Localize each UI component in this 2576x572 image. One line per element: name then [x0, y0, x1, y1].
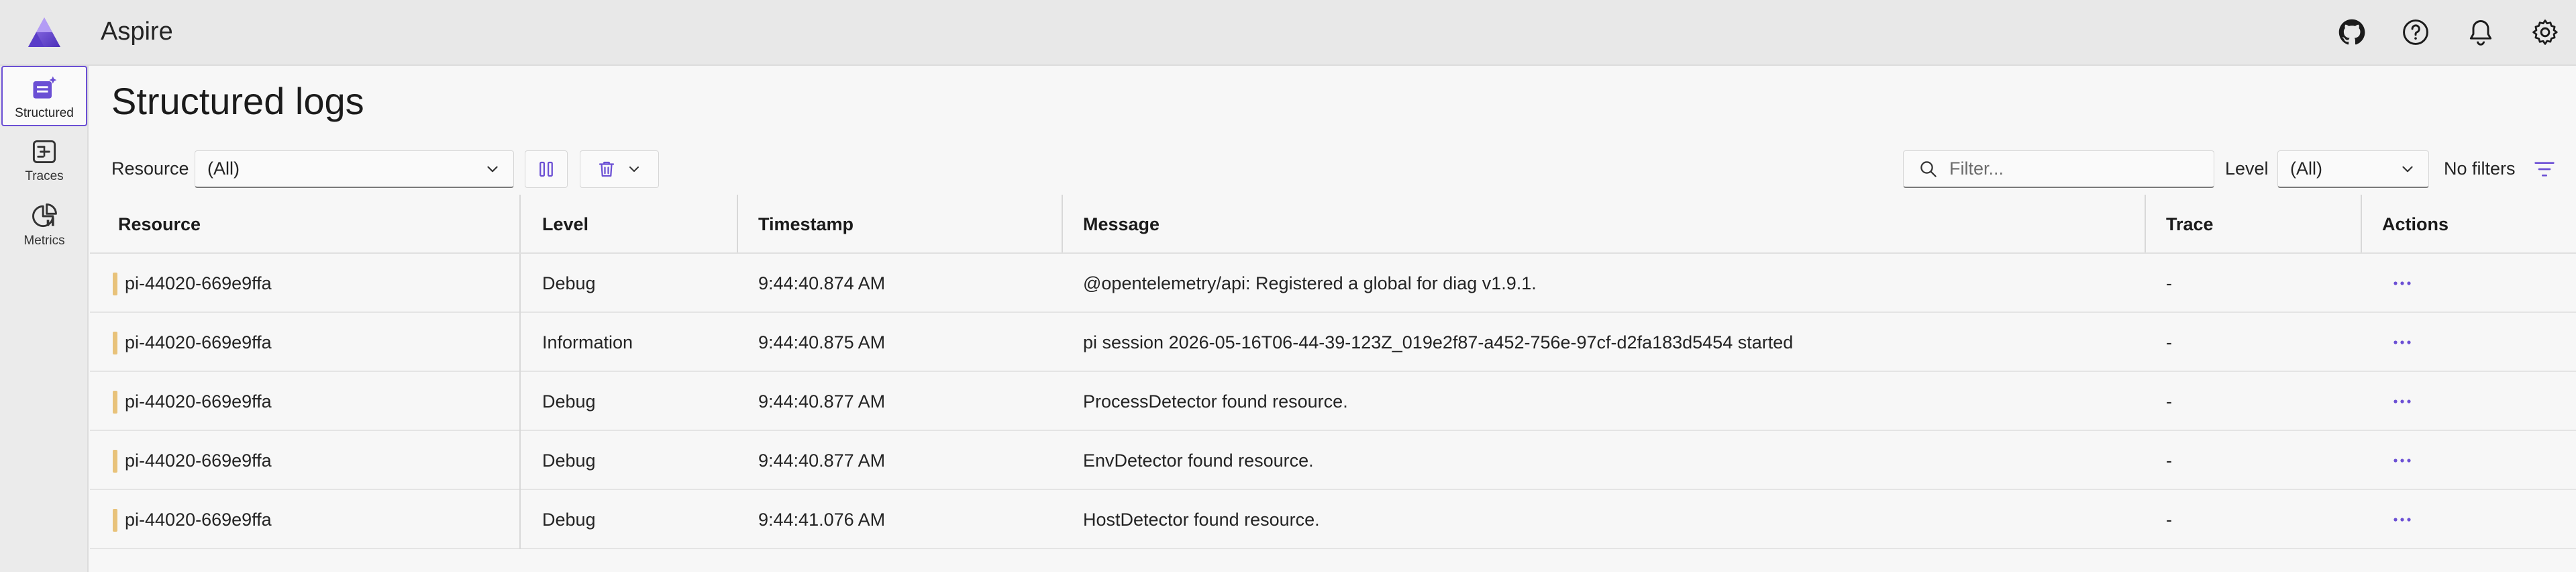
- page-title: Structured logs: [111, 80, 364, 122]
- cell-message: pi session 2026-05-16T06-44-39-123Z_019e…: [1083, 332, 1794, 352]
- cell-message: ProcessDetector found resource.: [1083, 391, 1348, 412]
- row-actions-button[interactable]: [2382, 490, 2422, 549]
- search-icon: [1920, 160, 1937, 177]
- cell-timestamp: 9:44:41.076 AM: [758, 509, 886, 530]
- resource-color-marker: [113, 332, 117, 354]
- sidebar-item-label: Structured: [15, 106, 74, 120]
- app-header: Aspire: [0, 0, 2576, 66]
- resource-color-marker: [113, 450, 117, 473]
- cell-message: HostDetector found resource.: [1083, 509, 1320, 530]
- cell-trace: -: [2166, 273, 2172, 293]
- table-row[interactable]: pi-44020-669e9ffa Information 9:44:40.87…: [90, 313, 2576, 372]
- cell-level: Debug: [542, 391, 596, 412]
- settings-icon[interactable]: [2528, 15, 2562, 49]
- filters-status: No filters: [2444, 158, 2516, 179]
- cell-trace: -: [2166, 450, 2172, 471]
- delete-icon: [599, 161, 615, 177]
- column-header-resource[interactable]: Resource: [118, 195, 201, 254]
- column-header-level[interactable]: Level: [542, 195, 588, 254]
- aspire-logo-icon[interactable]: [27, 16, 62, 48]
- cell-resource[interactable]: pi-44020-669e9ffa: [125, 431, 272, 490]
- clear-logs-button[interactable]: [580, 150, 659, 188]
- table-row[interactable]: pi-44020-669e9ffa Debug 9:44:41.076 AM H…: [90, 490, 2576, 549]
- cell-trace: -: [2166, 332, 2172, 352]
- row-actions-button[interactable]: [2382, 254, 2422, 313]
- cell-timestamp: 9:44:40.875 AM: [758, 332, 886, 352]
- sidebar-item-traces[interactable]: Traces: [1, 130, 87, 191]
- column-resizer[interactable]: [2361, 195, 2362, 252]
- resource-color-marker: [113, 509, 117, 532]
- filter-button[interactable]: [2531, 157, 2558, 181]
- level-select-value: (All): [2290, 158, 2322, 179]
- resource-select-value: (All): [207, 158, 240, 179]
- structured-logs-icon: [33, 76, 57, 99]
- help-icon[interactable]: [2399, 15, 2432, 49]
- github-icon[interactable]: [2335, 15, 2369, 49]
- level-select[interactable]: (All): [2277, 150, 2429, 188]
- column-resizer[interactable]: [737, 195, 738, 252]
- more-icon: [2393, 459, 2411, 463]
- sidebar-item-structured[interactable]: Structured: [1, 66, 87, 126]
- table-row[interactable]: pi-44020-669e9ffa Debug 9:44:40.877 AM P…: [90, 372, 2576, 431]
- more-icon: [2393, 518, 2411, 522]
- more-icon: [2393, 340, 2411, 344]
- cell-trace: -: [2166, 391, 2172, 412]
- traces-icon: [32, 140, 56, 164]
- chevron-down-icon: [487, 166, 498, 173]
- column-header-trace[interactable]: Trace: [2166, 195, 2214, 254]
- cell-level: Information: [542, 332, 633, 352]
- cell-timestamp: 9:44:40.874 AM: [758, 273, 886, 293]
- filter-icon: [2534, 162, 2555, 177]
- sidebar-item-metrics[interactable]: Metrics: [1, 195, 87, 255]
- cell-resource[interactable]: pi-44020-669e9ffa: [125, 313, 272, 372]
- row-actions-button[interactable]: [2382, 372, 2422, 431]
- table-row[interactable]: pi-44020-669e9ffa Debug 9:44:40.874 AM @…: [90, 254, 2576, 313]
- cell-resource[interactable]: pi-44020-669e9ffa: [125, 254, 272, 313]
- filter-search[interactable]: [1903, 150, 2214, 188]
- chevron-down-icon: [629, 166, 639, 172]
- resource-select[interactable]: (All): [195, 150, 514, 188]
- resource-color-marker: [113, 273, 117, 295]
- more-icon: [2393, 399, 2411, 403]
- chevron-down-icon: [2402, 166, 2413, 173]
- cell-trace: -: [2166, 509, 2172, 530]
- resource-color-marker: [113, 391, 117, 414]
- pause-icon: [539, 161, 553, 177]
- column-header-message[interactable]: Message: [1083, 195, 1160, 254]
- pause-button[interactable]: [525, 150, 568, 188]
- column-resizer[interactable]: [519, 195, 521, 252]
- notifications-icon[interactable]: [2464, 15, 2497, 49]
- column-header-actions: Actions: [2382, 213, 2449, 234]
- cell-level: Debug: [542, 509, 596, 530]
- cell-message: @opentelemetry/api: Registered a global …: [1083, 273, 1537, 293]
- app-title[interactable]: Aspire: [101, 17, 173, 46]
- more-icon: [2393, 281, 2411, 285]
- sidebar-nav: Structured Traces Metrics: [0, 66, 89, 572]
- row-actions-button[interactable]: [2382, 431, 2422, 490]
- cell-timestamp: 9:44:40.877 AM: [758, 450, 886, 471]
- column-header-timestamp[interactable]: Timestamp: [758, 195, 854, 254]
- logs-table: Resource Level Timestamp Message Trace A…: [90, 195, 2576, 549]
- filter-input[interactable]: [1949, 158, 2214, 179]
- table-row[interactable]: pi-44020-669e9ffa Debug 9:44:40.877 AM E…: [90, 431, 2576, 490]
- main-content: Structured logs Resource (All) Level (Al…: [90, 67, 2576, 572]
- cell-resource[interactable]: pi-44020-669e9ffa: [125, 490, 272, 549]
- column-resizer[interactable]: [2145, 195, 2146, 252]
- cell-level: Debug: [542, 450, 596, 471]
- cell-level: Debug: [542, 273, 596, 293]
- cell-message: EnvDetector found resource.: [1083, 450, 1314, 471]
- row-actions-button[interactable]: [2382, 313, 2422, 372]
- resource-label: Resource: [111, 158, 189, 179]
- cell-timestamp: 9:44:40.877 AM: [758, 391, 886, 412]
- sidebar-item-label: Metrics: [23, 234, 65, 248]
- sidebar-item-label: Traces: [25, 169, 64, 183]
- column-resizer[interactable]: [1062, 195, 1063, 252]
- cell-resource[interactable]: pi-44020-669e9ffa: [125, 372, 272, 431]
- table-header: Resource Level Timestamp Message Trace A…: [90, 195, 2576, 254]
- metrics-icon: [32, 203, 57, 228]
- level-label: Level: [2225, 158, 2269, 179]
